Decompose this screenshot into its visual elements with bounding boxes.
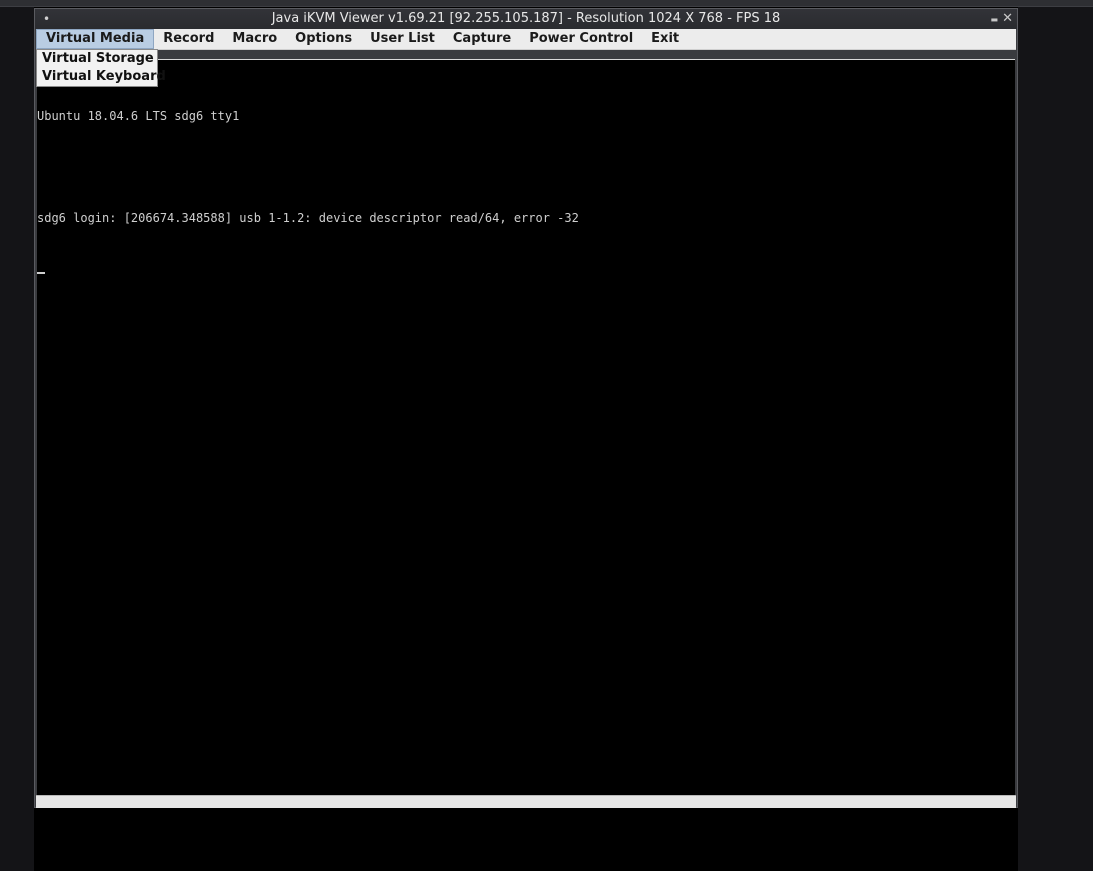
minimize-icon[interactable]: ▬ — [991, 9, 999, 29]
menu-user-list[interactable]: User List — [361, 29, 444, 49]
console-output: Ubuntu 18.04.6 LTS sdg6 tty1 sdg6 login:… — [37, 76, 1007, 306]
menu-item-virtual-keyboard[interactable]: Virtual Keyboard — [37, 68, 166, 86]
menu-item-virtual-storage[interactable]: Virtual Storage — [37, 50, 157, 68]
ikvm-window: • Java iKVM Viewer v1.69.21 [92.255.105.… — [34, 8, 1018, 808]
title-bar[interactable]: • Java iKVM Viewer v1.69.21 [92.255.105.… — [35, 9, 1017, 29]
menu-capture[interactable]: Capture — [444, 29, 520, 49]
menu-record[interactable]: Record — [154, 29, 223, 49]
close-icon[interactable]: ✕ — [1002, 9, 1013, 29]
menu-macro[interactable]: Macro — [223, 29, 286, 49]
virtual-media-dropdown: Virtual Storage Virtual Keyboard — [36, 49, 166, 87]
desktop: • Java iKVM Viewer v1.69.21 [92.255.105.… — [0, 0, 1093, 871]
menu-exit[interactable]: Exit — [642, 29, 688, 49]
window-title: Java iKVM Viewer v1.69.21 [92.255.105.18… — [271, 11, 781, 26]
console-line: Ubuntu 18.04.6 LTS sdg6 tty1 — [37, 109, 240, 123]
window-controls: ▬ ✕ — [991, 9, 1013, 29]
console-line: sdg6 login: [206674.348588] usb 1-1.2: d… — [37, 211, 579, 225]
left-gutter — [0, 7, 34, 871]
top-panel — [0, 0, 1093, 7]
right-gutter — [1018, 7, 1093, 871]
text-cursor — [37, 272, 45, 274]
menu-options[interactable]: Options — [286, 29, 361, 49]
remote-screen[interactable]: Ubuntu 18.04.6 LTS sdg6 tty1 sdg6 login:… — [37, 59, 1015, 795]
menu-power-control[interactable]: Power Control — [520, 29, 642, 49]
status-bar — [36, 795, 1016, 808]
menu-bar: Virtual Media Record Macro Options User … — [36, 29, 1016, 50]
console-cursor-line — [37, 258, 1007, 274]
menu-virtual-media[interactable]: Virtual Media — [36, 29, 155, 49]
